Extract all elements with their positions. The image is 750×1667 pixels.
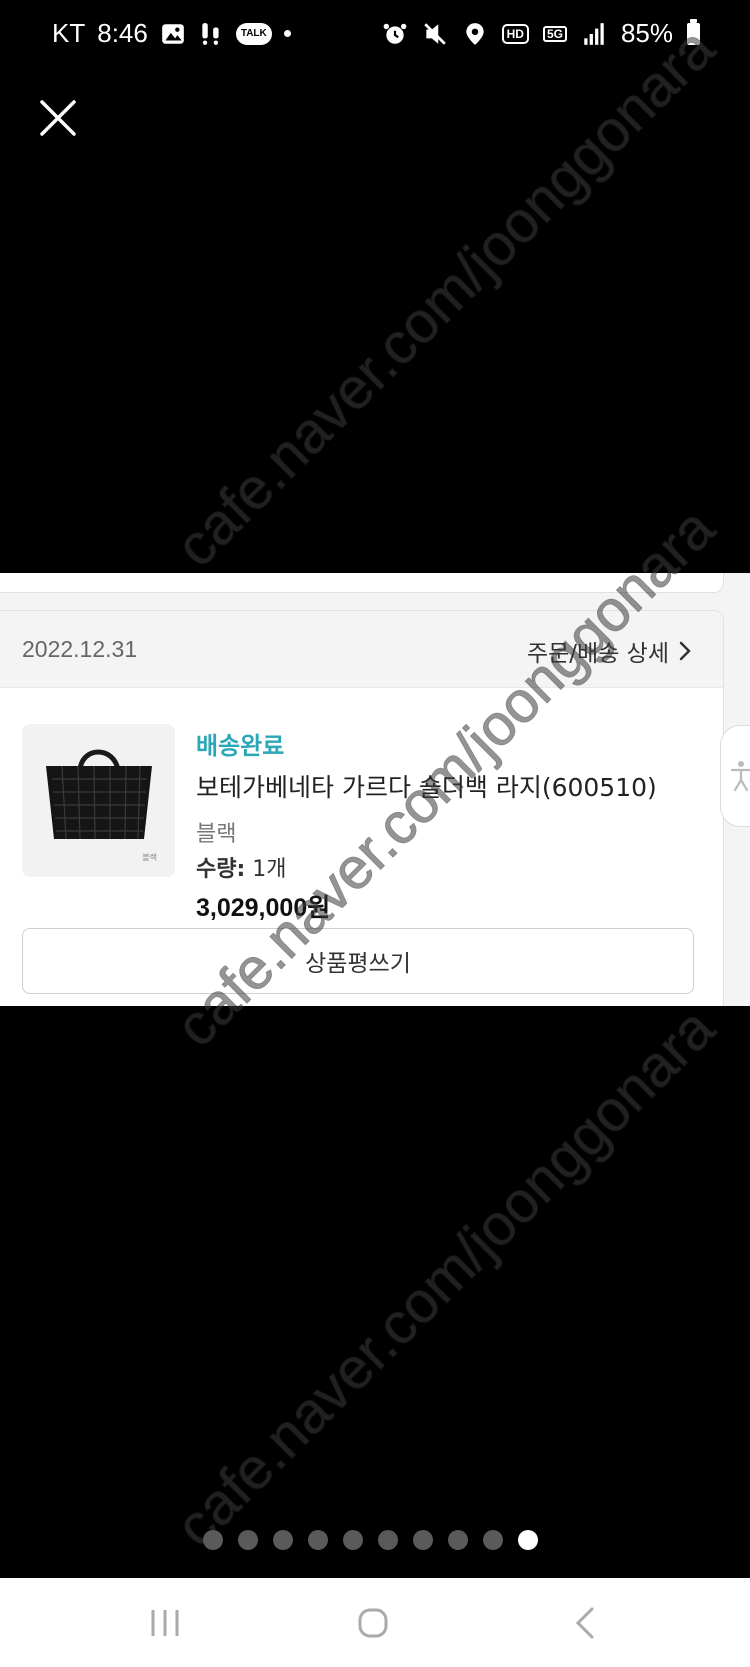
- product-quantity: 수량: 1개: [196, 851, 287, 883]
- previous-order-card: [0, 573, 724, 593]
- pager-dot[interactable]: [413, 1530, 433, 1550]
- clock-time: 8:46: [97, 18, 148, 48]
- alarm-icon: [383, 23, 406, 44]
- order-date: 2022.12.31: [22, 636, 138, 662]
- pager-dot[interactable]: [378, 1530, 398, 1550]
- back-button[interactable]: [560, 1598, 610, 1648]
- quantity-value: 1개: [252, 857, 287, 882]
- product-thumbnail[interactable]: 블랙: [22, 724, 175, 877]
- pager-dot[interactable]: [483, 1530, 503, 1550]
- pager-dot[interactable]: [273, 1530, 293, 1550]
- carrier-label: KT: [52, 18, 86, 48]
- image-pager: [203, 1530, 538, 1550]
- order-detail-label: 주문/배송 상세: [526, 641, 669, 667]
- pager-dot[interactable]: [343, 1530, 363, 1550]
- battery-percent: 85%: [620, 18, 673, 48]
- hd-icon: HD: [501, 23, 529, 44]
- pager-dot[interactable]: [203, 1530, 223, 1550]
- delivery-status: 배송완료: [196, 732, 285, 760]
- watermark-text-3: cafe.naver.com/joonggonara: [163, 995, 727, 1559]
- location-icon: [465, 22, 484, 45]
- quantity-label: 수량:: [196, 857, 246, 882]
- pager-dot[interactable]: [238, 1530, 258, 1550]
- accessibility-tab[interactable]: [720, 725, 750, 827]
- recent-apps-button[interactable]: [140, 1598, 190, 1648]
- battery-icon: [687, 18, 700, 45]
- product-name[interactable]: 보테가베네타 가르다 숄더백 라지(600510): [196, 768, 657, 804]
- order-detail-link[interactable]: 주문/배송 상세: [527, 634, 693, 668]
- notification-icon: [202, 22, 219, 45]
- vibrate-icon: [423, 22, 446, 45]
- status-bar-right: HD 5G 85%: [382, 18, 700, 49]
- order-panel: 2022.12.31 주문/배송 상세 블랙 배송완료 보테가베네타 가르다 숄…: [0, 573, 750, 1006]
- pager-dot[interactable]: [448, 1530, 468, 1550]
- recent-apps-icon: [151, 1610, 179, 1636]
- signal-icon: [584, 22, 604, 45]
- pager-dot[interactable]: [518, 1530, 538, 1550]
- system-nav-bar: [0, 1578, 750, 1667]
- home-button[interactable]: [348, 1598, 398, 1648]
- chevron-right-icon: [679, 641, 691, 661]
- close-icon[interactable]: [36, 96, 80, 140]
- order-card: 2022.12.31 주문/배송 상세 블랙 배송완료 보테가베네타 가르다 숄…: [0, 610, 724, 1006]
- status-bar-left: KT 8:46 TALK: [52, 18, 291, 49]
- product-option: 블랙: [196, 822, 237, 847]
- 5g-icon: 5G: [542, 25, 567, 42]
- talk-icon: TALK: [235, 22, 272, 45]
- pager-dot[interactable]: [308, 1530, 328, 1550]
- back-icon: [575, 1607, 594, 1639]
- status-bar: KT 8:46 TALK HD 5G 85%: [0, 0, 750, 74]
- product-price: 3,029,000원: [196, 894, 331, 922]
- thumbnail-caption: 블랙: [142, 853, 157, 862]
- order-header: 2022.12.31 주문/배송 상세: [0, 611, 723, 688]
- watermark-text-1: cafe.naver.com/joonggonara: [163, 15, 727, 579]
- more-notifications-dot: [283, 30, 291, 37]
- image-icon: [162, 23, 184, 44]
- 5g-label: 5G: [542, 25, 567, 42]
- write-review-button[interactable]: 상품평쓰기: [22, 928, 694, 994]
- home-icon: [358, 1608, 388, 1638]
- accessibility-icon: [730, 761, 750, 792]
